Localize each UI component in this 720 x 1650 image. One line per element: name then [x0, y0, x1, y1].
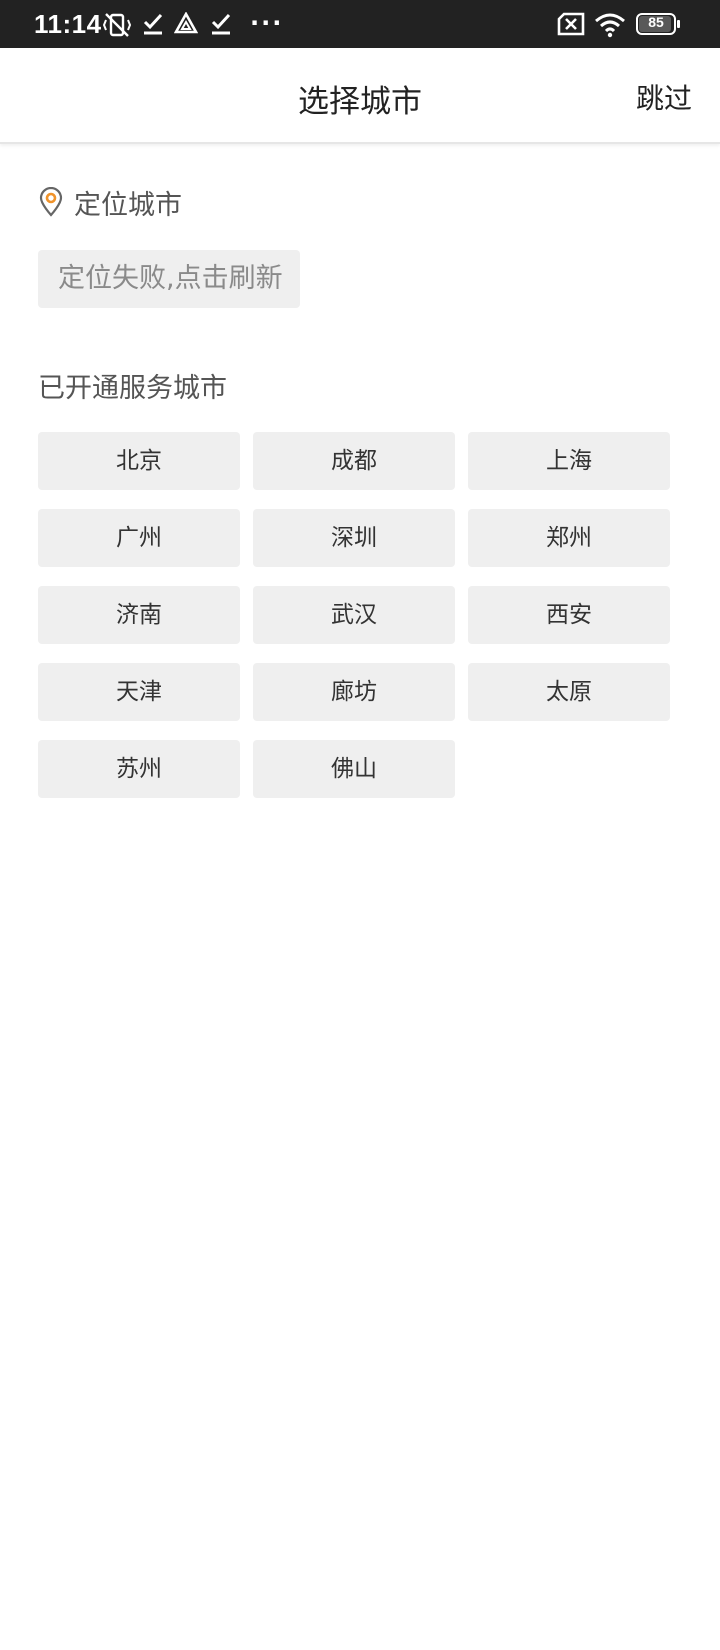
city-button[interactable]: 武汉: [253, 586, 455, 644]
location-city-label: 定位城市: [74, 189, 182, 221]
no-sim-icon: [557, 12, 585, 36]
drive-icon: [174, 12, 198, 34]
status-time: 11:14: [34, 9, 102, 39]
city-button[interactable]: 深圳: [253, 509, 455, 567]
city-button[interactable]: 廊坊: [253, 663, 455, 721]
city-button[interactable]: 北京: [38, 432, 240, 490]
location-pin-icon: [39, 187, 63, 217]
city-button[interactable]: 太原: [468, 663, 670, 721]
location-refresh-button[interactable]: 定位失败,点击刷新: [38, 250, 300, 308]
location-label-row: 定位城市: [38, 184, 182, 221]
city-button[interactable]: 佛山: [253, 740, 455, 798]
check-icon: [211, 13, 231, 35]
battery-level: 85: [648, 14, 664, 30]
battery-icon: 85: [636, 13, 680, 35]
city-button[interactable]: 苏州: [38, 740, 240, 798]
check-icon: [143, 13, 163, 35]
city-button[interactable]: 成都: [253, 432, 455, 490]
service-cities-title: 已开通服务城市: [38, 373, 227, 404]
wifi-icon: [595, 13, 625, 38]
page-title: 选择城市: [298, 84, 422, 120]
skip-button[interactable]: 跳过: [636, 77, 692, 117]
city-button[interactable]: 西安: [468, 586, 670, 644]
vibrate-off-icon: [102, 13, 132, 37]
city-button[interactable]: 上海: [468, 432, 670, 490]
city-button[interactable]: 郑州: [468, 509, 670, 567]
city-button[interactable]: 济南: [38, 586, 240, 644]
city-button[interactable]: 广州: [38, 509, 240, 567]
header: 选择城市 跳过: [0, 48, 720, 144]
status-bar: 11:14 ··· 85: [0, 0, 720, 48]
more-dots-icon: ···: [250, 9, 284, 37]
city-grid: 北京 成都 上海 广州 深圳 郑州 济南 武汉 西安 天津 廊坊 太原 苏州 佛…: [38, 432, 680, 798]
city-button[interactable]: 天津: [38, 663, 240, 721]
